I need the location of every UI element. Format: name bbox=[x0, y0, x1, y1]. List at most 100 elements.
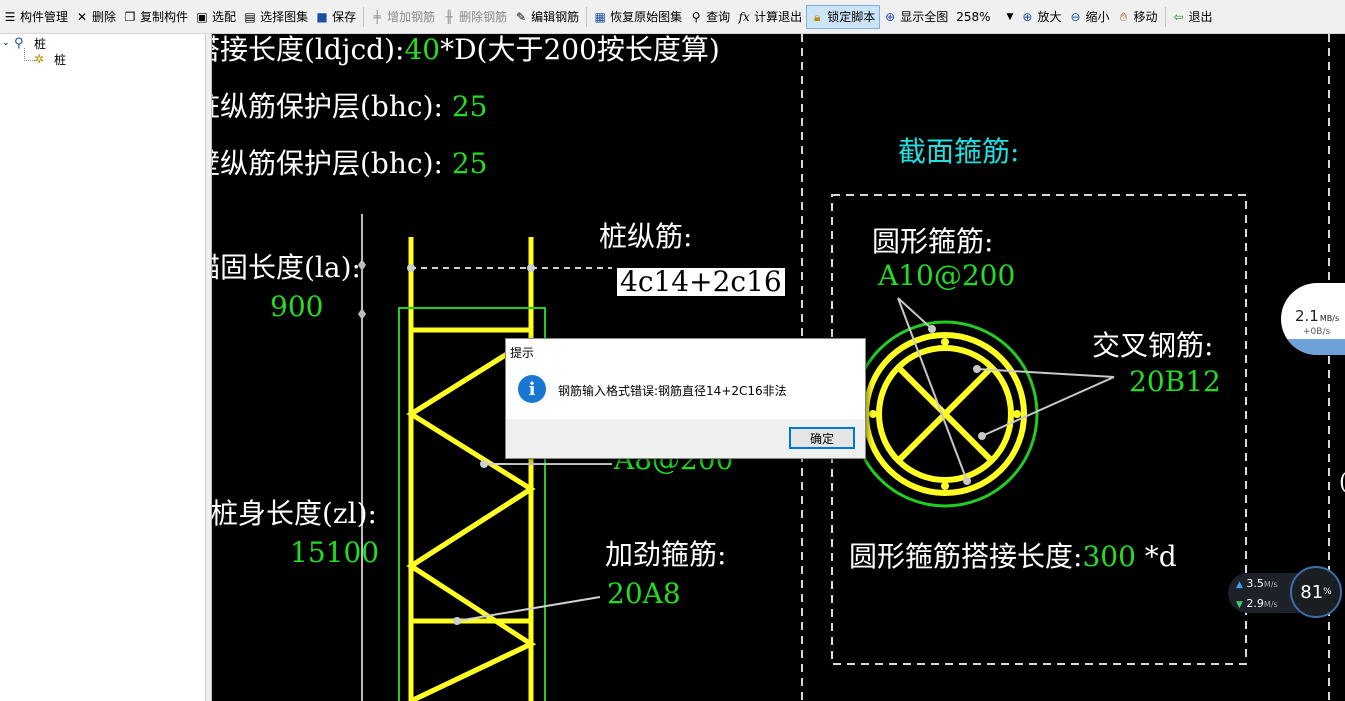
info-icon: i bbox=[518, 375, 546, 403]
leader-dot bbox=[978, 432, 986, 440]
dimension-marker bbox=[358, 308, 366, 320]
speed-value: 2.1 bbox=[1295, 307, 1319, 325]
delete-rebar-icon: ╫ bbox=[445, 9, 453, 24]
copy-component-button[interactable]: ❐ 复制构件 bbox=[120, 5, 192, 29]
zoom-out-button[interactable]: ⊖ 缩小 bbox=[1065, 5, 1113, 29]
upload-row: ▲ 3.5M/s bbox=[1236, 577, 1278, 590]
toolbar-separator bbox=[586, 6, 588, 27]
toolbar-separator bbox=[1164, 6, 1166, 27]
query-button[interactable]: ⚲ 查询 bbox=[686, 5, 734, 29]
long-cover-value: 25 bbox=[451, 90, 488, 123]
long-rebar-dot bbox=[941, 482, 949, 490]
select-atlas-button[interactable]: ▤ 选择图集 bbox=[240, 5, 312, 29]
zoom-in-button[interactable]: ⊕ 放大 bbox=[1017, 5, 1065, 29]
upload-unit: M/s bbox=[1263, 580, 1278, 589]
upload-value: 3.5 bbox=[1246, 577, 1264, 590]
gear-icon: ✲ bbox=[34, 52, 45, 66]
tree-node-child-label: 桩 bbox=[54, 52, 67, 67]
circular-overlap-suffix: *d bbox=[1144, 540, 1177, 573]
toolbar-separator bbox=[363, 6, 365, 27]
cross-rebar-value: 20B12 bbox=[1129, 365, 1221, 398]
delete-button[interactable]: ✕ 删除 bbox=[72, 5, 120, 29]
dialog-body: i 钢筋输入格式错误:钢筋直径14+2C16非法 bbox=[506, 363, 865, 419]
lock-icon: 🔒︎ bbox=[813, 9, 821, 24]
zoom-out-icon: ⊖ bbox=[1070, 9, 1081, 24]
speed-unit: MB/s bbox=[1319, 314, 1340, 323]
cross-rebar-label: 交叉钢筋: bbox=[1092, 329, 1214, 362]
leader-dot bbox=[973, 365, 981, 373]
long-cover-label: 桩纵筋保护层(bhc): bbox=[212, 90, 443, 123]
wall-cover-value: 25 bbox=[451, 147, 488, 180]
circular-overlap-label: 圆形箍筋搭接长度: bbox=[849, 540, 1083, 573]
memory-usage-percent-sign: % bbox=[1323, 587, 1332, 597]
copy-icon: ❐ bbox=[124, 9, 136, 24]
dialog-titlebar[interactable]: 提示 bbox=[506, 339, 865, 363]
download-arrow-icon: ▼ bbox=[1236, 600, 1243, 610]
memory-usage-value: 81 bbox=[1300, 581, 1324, 603]
zoom-extents-icon: ⊕ bbox=[885, 9, 896, 24]
pile-body-label: 桩身长度(zl): bbox=[212, 497, 377, 530]
anchor-length-label: 锚固长度(la): bbox=[212, 251, 361, 284]
overlap-length-label: 搭接长度(ldjcd): bbox=[212, 34, 405, 66]
calc-exit-button[interactable]: fx 计算退出 bbox=[734, 5, 806, 29]
component-manager-button[interactable]: ☰ 构件管理 bbox=[0, 5, 72, 29]
delete-rebar-button[interactable]: ╫ 删除钢筋 bbox=[439, 5, 511, 29]
upload-arrow-icon: ▲ bbox=[1236, 580, 1243, 590]
stiffener-label: 加劲箍筋: bbox=[605, 538, 727, 571]
add-rebar-button[interactable]: ╪ 增加钢筋 bbox=[367, 5, 439, 29]
network-speed-widget[interactable]: 2.1MB/s +0B/s bbox=[1281, 283, 1345, 355]
spiral-stirrup bbox=[409, 641, 533, 701]
leader-dot bbox=[963, 477, 971, 485]
long-rebar-dot bbox=[941, 338, 949, 346]
select-match-button[interactable]: ▣ 选配 bbox=[192, 5, 240, 29]
leader-dot bbox=[480, 460, 488, 468]
select-match-icon: ▣ bbox=[196, 9, 208, 24]
restore-atlas-button[interactable]: ▦ 恢复原始图集 bbox=[590, 5, 686, 29]
circular-overlap-value: 300 bbox=[1082, 540, 1136, 573]
zoom-extents-button[interactable]: ⊕ 显示全图 bbox=[880, 5, 952, 29]
pile-long-rebar-label: 桩纵筋: bbox=[599, 220, 693, 253]
download-value: 2.9 bbox=[1246, 597, 1264, 610]
leader-dot bbox=[453, 617, 461, 625]
memory-usage-ring: 81% bbox=[1290, 566, 1342, 618]
dialog-title: 提示 bbox=[510, 346, 535, 360]
zoom-in-icon: ⊕ bbox=[1022, 9, 1033, 24]
clipped-paren: ( bbox=[1339, 472, 1345, 494]
leader-dot bbox=[527, 264, 535, 272]
zoom-select[interactable]: 258% ▼ bbox=[952, 10, 1017, 24]
chevron-down-icon: ▼ bbox=[1006, 11, 1014, 22]
dialog-message: 钢筋输入格式错误:钢筋直径14+2C16非法 bbox=[558, 384, 787, 398]
anchor-length-value: 900 bbox=[270, 290, 324, 323]
pan-hand-icon: ✋︎ bbox=[1120, 9, 1127, 24]
overlap-length-value: 40 bbox=[404, 34, 441, 66]
download-unit: M/s bbox=[1263, 600, 1278, 609]
exit-icon: ⇦ bbox=[1173, 9, 1184, 24]
tree-node-child[interactable]: ✲ 桩 bbox=[34, 52, 67, 67]
tree-node-root-label: 桩 bbox=[34, 36, 47, 51]
circular-overlap-row: 圆形箍筋搭接长度:300 *d bbox=[849, 543, 1177, 571]
calc-exit-icon: fx bbox=[738, 9, 750, 24]
speed-wave bbox=[1281, 339, 1345, 355]
lock-script-button[interactable]: 🔒︎ 锁定脚本 bbox=[806, 4, 881, 29]
wall-cover-row: 桩壁纵筋保护层(bhc): 25 bbox=[212, 150, 487, 178]
long-rebar-dot bbox=[1013, 410, 1021, 418]
pan-button[interactable]: ✋︎ 移动 bbox=[1113, 5, 1161, 29]
restore-atlas-icon: ▦ bbox=[594, 9, 606, 24]
toolbar: ☰ 构件管理 ✕ 删除 ❐ 复制构件 ▣ 选配 ▤ 选择图集 ■ 保存 ╪ 增加钢筋 ╫ 删除钢… bbox=[0, 0, 1345, 34]
collapse-chevron-icon[interactable]: ⌄ bbox=[2, 38, 14, 48]
ok-button[interactable]: 确定 bbox=[789, 427, 855, 449]
exit-button[interactable]: ⇦ 退出 bbox=[1169, 5, 1217, 29]
net-monitor-widget[interactable]: ▲ 3.5M/s ▼ 2.9M/s 81% bbox=[1228, 566, 1345, 621]
edit-rebar-button[interactable]: ✎ 编辑钢筋 bbox=[511, 5, 583, 29]
pile-body-value: 15100 bbox=[290, 536, 380, 569]
spiral-stirrup bbox=[409, 486, 533, 569]
overlap-length-suffix: *D(大于200按长度算) bbox=[440, 34, 720, 66]
add-rebar-icon: ╪ bbox=[373, 9, 381, 24]
query-icon: ⚲ bbox=[691, 9, 701, 24]
zoom-value: 258% bbox=[956, 9, 991, 24]
save-button[interactable]: ■ 保存 bbox=[312, 5, 360, 29]
select-atlas-icon: ▤ bbox=[244, 9, 256, 24]
circular-stirrup-label: 圆形箍筋: bbox=[872, 225, 994, 258]
download-row: ▼ 2.9M/s bbox=[1236, 597, 1278, 610]
leader-dot bbox=[407, 264, 415, 272]
